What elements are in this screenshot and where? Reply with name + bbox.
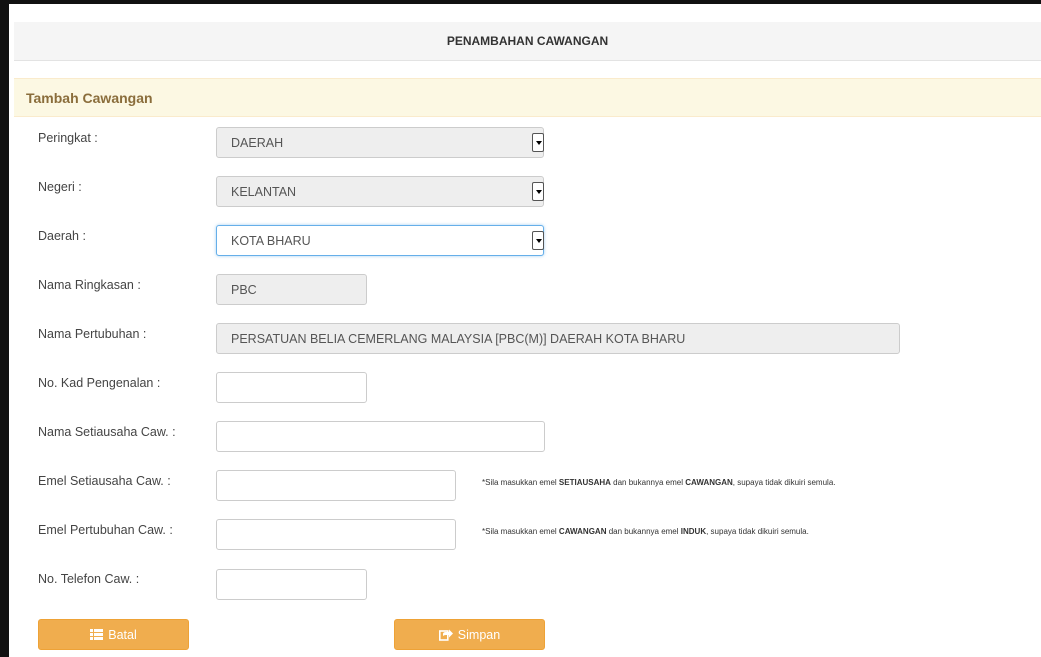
- emel-pertubuhan-note: *Sila masukkan emel CAWANGAN dan bukanny…: [482, 527, 809, 536]
- peringkat-select[interactable]: DAERAH: [216, 127, 544, 158]
- nama-pertubuhan-label: Nama Pertubuhan :: [38, 327, 147, 341]
- section-title: Tambah Cawangan: [26, 89, 153, 106]
- negeri-value: KELANTAN: [231, 184, 297, 199]
- nama-setiausaha-label: Nama Setiausaha Caw. :: [38, 425, 176, 439]
- negeri-select[interactable]: KELANTAN: [216, 176, 544, 207]
- emel-setiausaha-input[interactable]: [216, 470, 456, 501]
- chevron-down-icon[interactable]: [532, 182, 544, 201]
- chevron-down-icon[interactable]: [532, 231, 544, 250]
- kad-pengenalan-input[interactable]: [216, 372, 367, 403]
- note-text: *Sila masukkan emel: [482, 527, 559, 536]
- nama-ringkasan-label: Nama Ringkasan :: [38, 278, 141, 292]
- share-icon: [438, 629, 453, 641]
- note-text: , supaya tidak dikuiri semula.: [706, 527, 809, 536]
- page-title: PENAMBAHAN CAWANGAN: [446, 34, 609, 48]
- peringkat-value: DAERAH: [231, 135, 284, 150]
- simpan-label: Simpan: [457, 627, 501, 642]
- note-bold: SETIAUSAHA: [558, 478, 611, 487]
- page-header: PENAMBAHAN CAWANGAN: [14, 22, 1041, 61]
- emel-pertubuhan-input[interactable]: [216, 519, 456, 550]
- note-bold: CAWANGAN: [685, 478, 733, 487]
- nama-pertubuhan-field: PERSATUAN BELIA CEMERLANG MALAYSIA [PBC(…: [216, 323, 900, 354]
- kad-pengenalan-label: No. Kad Pengenalan :: [38, 376, 161, 390]
- note-text: dan bukannya emel: [606, 527, 681, 536]
- note-text: , supaya tidak dikuiri semula.: [732, 478, 836, 487]
- list-icon: [90, 629, 104, 640]
- emel-setiausaha-label: Emel Setiausaha Caw. :: [38, 474, 171, 488]
- nama-ringkasan-field: PBC: [216, 274, 367, 305]
- nama-setiausaha-input[interactable]: [216, 421, 545, 452]
- daerah-value: KOTA BHARU: [231, 233, 311, 248]
- nama-pertubuhan-value: PERSATUAN BELIA CEMERLANG MALAYSIA [PBC(…: [231, 331, 686, 346]
- emel-pertubuhan-label: Emel Pertubuhan Caw. :: [38, 523, 173, 537]
- note-text: dan bukannya emel: [610, 478, 686, 487]
- batal-label: Batal: [108, 627, 137, 642]
- telefon-label: No. Telefon Caw. :: [38, 572, 140, 586]
- peringkat-label: Peringkat :: [38, 131, 98, 145]
- daerah-select[interactable]: KOTA BHARU: [216, 225, 544, 256]
- batal-button[interactable]: Batal: [38, 619, 189, 650]
- section-header: Tambah Cawangan: [14, 78, 1041, 117]
- note-text: *Sila masukkan emel: [482, 478, 559, 487]
- note-bold: INDUK: [680, 527, 707, 536]
- negeri-label: Negeri :: [38, 180, 82, 194]
- note-bold: CAWANGAN: [558, 527, 607, 536]
- emel-setiausaha-note: *Sila masukkan emel SETIAUSAHA dan bukan…: [482, 478, 836, 487]
- telefon-input[interactable]: [216, 569, 367, 600]
- simpan-button[interactable]: Simpan: [394, 619, 545, 650]
- chevron-down-icon[interactable]: [532, 133, 544, 152]
- daerah-label: Daerah :: [38, 229, 86, 243]
- nama-ringkasan-value: PBC: [231, 282, 257, 297]
